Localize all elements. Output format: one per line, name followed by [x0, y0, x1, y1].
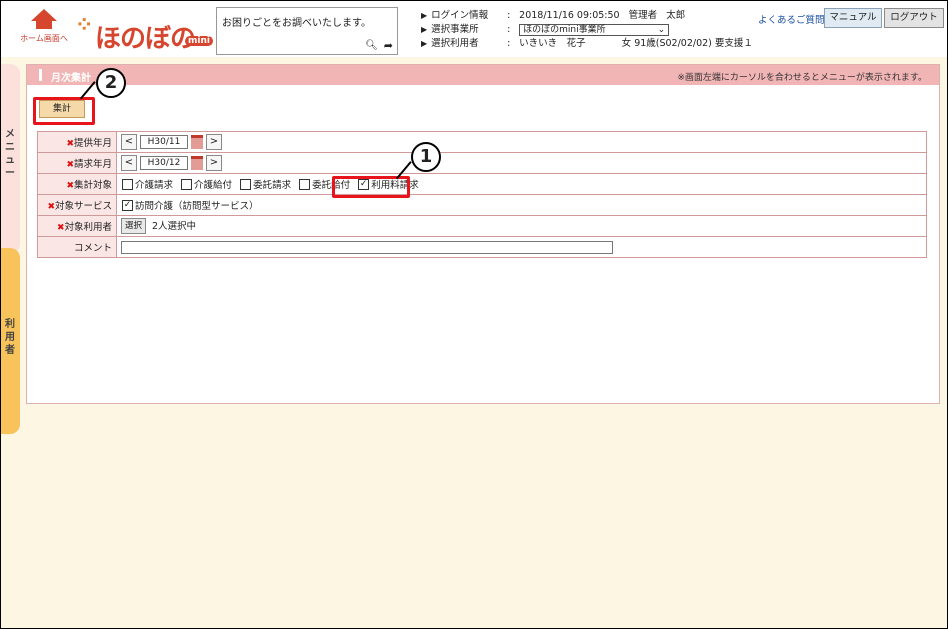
header: ホーム画面へ ⁘ ほのぼの mini お困りごとをお調べいたします。 🔍︎ ➦ …	[1, 1, 947, 57]
home-button[interactable]: ホーム画面へ	[19, 9, 69, 49]
side-menu-tab[interactable]: メニュー	[1, 64, 20, 254]
service-checkbox[interactable]: ✓	[122, 199, 133, 211]
form-row-bill-month: ✖請求年月 < H30/12 >	[37, 152, 927, 174]
callout-circle-1: 1	[411, 142, 441, 172]
callout-box-aggregate	[33, 97, 95, 125]
triangle-icon: ▶	[421, 39, 428, 48]
main-panel: 月次集計 ※画面左端にカーソルを合わせるとメニューが表示されます。 集計 ✖提供…	[26, 64, 940, 404]
target-checkbox-care-claim[interactable]	[122, 178, 133, 190]
users-summary: 2人選択中	[152, 220, 197, 232]
session-info: ▶ ログイン情報 : 2018/11/16 09:05:50 管理者 太郎 ▶ …	[421, 10, 753, 49]
home-icon	[31, 9, 57, 21]
side-menu-label: メニュー	[5, 129, 15, 179]
help-text: お困りごとをお調べいたします。	[222, 18, 371, 29]
logo-mark-icon: ⁘	[75, 12, 94, 38]
form-row-users: ✖対象利用者 選択 2人選択中	[37, 215, 927, 237]
next-month-button[interactable]: >	[206, 134, 222, 150]
side-user-tab[interactable]: 利用者	[1, 248, 20, 434]
selected-user-name: いきいき 花子	[519, 38, 586, 49]
office-select[interactable]: ほのぼのmini事業所 ⌄	[519, 24, 670, 36]
login-datetime: 2018/11/16 09:05:50	[519, 10, 620, 21]
title-bar: 月次集計 ※画面左端にカーソルを合わせるとメニューが表示されます。	[27, 65, 939, 85]
form-row-service: ✖対象サービス ✓ 訪問介護（訪問型サービス）	[37, 194, 927, 216]
chevron-down-icon: ⌄	[657, 25, 666, 35]
calendar-icon[interactable]	[191, 156, 203, 170]
callout-box-fee-claim	[332, 176, 410, 198]
form-row-comment: コメント	[37, 236, 927, 258]
aggregate-form: ✖提供年月 < H30/11 > ✖請求年月 < H30/12 > ✖集計対象 介護請求…	[37, 131, 927, 258]
faq-link[interactable]: よくあるご質問	[758, 12, 825, 26]
bill-month-input[interactable]: H30/12	[140, 156, 188, 170]
target-checkbox-consign-claim[interactable]	[240, 178, 252, 190]
forward-arrow-icon[interactable]: ➦	[384, 39, 393, 52]
comment-input[interactable]	[121, 240, 613, 254]
login-name: 太郎	[666, 10, 686, 21]
provide-month-input[interactable]: H30/11	[140, 135, 188, 149]
form-row-target: ✖集計対象 介護請求 介護給付 委託請求 委託給付 ✓ 利用料請求	[37, 173, 927, 195]
menu-hint: ※画面左端にカーソルを合わせるとメニューが表示されます。	[677, 73, 927, 83]
calendar-icon[interactable]	[191, 135, 203, 149]
logo-mini-badge: mini	[185, 36, 213, 46]
selected-user-detail: 女 91歳(S02/02/02) 要支援１	[621, 38, 753, 49]
home-label: ホーム画面へ	[20, 34, 68, 43]
logout-button[interactable]: ログアウト	[884, 8, 944, 28]
triangle-icon: ▶	[421, 11, 428, 20]
logo-text: ほのぼの	[95, 24, 196, 54]
select-users-button[interactable]: 選択	[121, 218, 147, 235]
search-icon[interactable]: 🔍︎	[365, 40, 378, 51]
form-row-provide-month: ✖提供年月 < H30/11 >	[37, 131, 927, 153]
logo: ⁘ ほのぼの mini	[75, 12, 213, 54]
triangle-icon: ▶	[421, 25, 428, 34]
help-search-box[interactable]: お困りごとをお調べいたします。 🔍︎ ➦	[216, 7, 398, 55]
page-title: 月次集計	[51, 73, 91, 84]
login-role: 管理者	[628, 10, 658, 21]
prev-month-button[interactable]: <	[121, 134, 137, 150]
side-user-label: 利用者	[5, 319, 15, 356]
next-month-button[interactable]: >	[206, 155, 222, 171]
manual-button[interactable]: マニュアル	[824, 8, 882, 28]
callout-circle-2: 2	[96, 68, 126, 98]
target-checkbox-consign-benefit[interactable]	[299, 178, 311, 190]
target-checkbox-care-benefit[interactable]	[181, 178, 193, 190]
prev-month-button[interactable]: <	[121, 155, 137, 171]
